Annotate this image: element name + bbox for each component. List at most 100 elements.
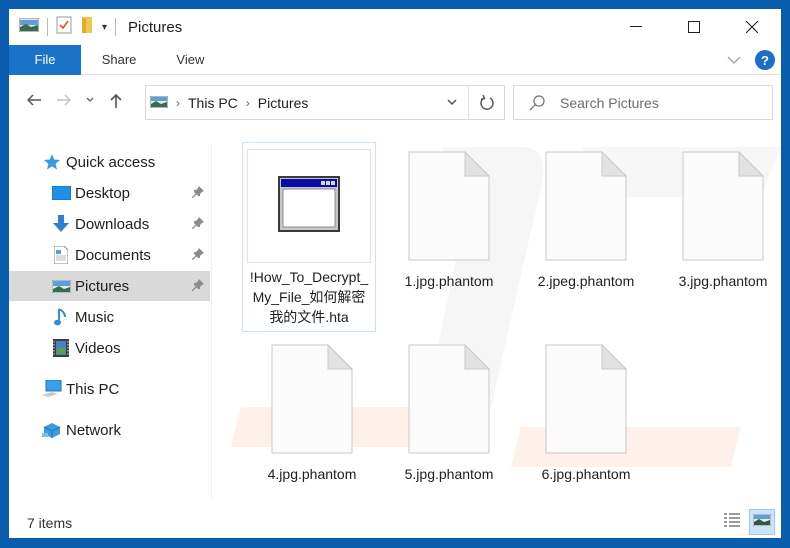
file-item[interactable]: 2.jpeg.phantom <box>518 149 654 295</box>
minimize-button[interactable] <box>607 9 665 45</box>
file-item[interactable]: 5.jpg.phantom <box>381 342 517 488</box>
tab-share[interactable]: Share <box>82 45 157 75</box>
item-count: 7 items <box>27 514 73 531</box>
window-title: Pictures <box>128 18 183 36</box>
file-thumbnail <box>524 149 648 267</box>
sidebar-item-quick-access[interactable]: Quick access <box>9 147 210 177</box>
help-button[interactable]: ? <box>755 50 775 70</box>
blank-document-icon <box>545 150 628 266</box>
documents-icon <box>51 245 71 265</box>
close-button[interactable] <box>723 9 781 45</box>
expand-ribbon-button[interactable] <box>727 51 741 69</box>
customize-toolbar-icon[interactable]: ▾ <box>102 22 107 33</box>
properties-icon[interactable] <box>56 16 72 39</box>
file-list: !How_To_Decrypt_My_File_如何解密我的文件.hta 1.j… <box>221 127 781 507</box>
pin-icon[interactable] <box>191 185 204 201</box>
breadcrumb-separator-icon: › <box>176 95 180 110</box>
blank-document-icon <box>271 343 354 459</box>
file-thumbnail <box>387 149 511 267</box>
file-name: 4.jpg.phantom <box>267 466 357 482</box>
address-bar[interactable]: › This PC › Pictures <box>145 85 505 120</box>
file-thumbnail <box>247 149 371 263</box>
blank-document-icon <box>408 343 491 459</box>
up-button[interactable] <box>101 85 131 115</box>
breadcrumb-separator-icon: › <box>245 95 250 110</box>
breadcrumb-this-pc[interactable]: This PC <box>188 95 238 111</box>
address-history-dropdown[interactable] <box>436 86 468 119</box>
file-item[interactable]: 3.jpg.phantom <box>655 149 790 295</box>
search-box[interactable] <box>513 85 773 120</box>
new-folder-icon[interactable] <box>80 16 94 39</box>
quick-access-toolbar: ▾ Pictures <box>9 9 182 45</box>
toolbar-separator <box>115 18 117 36</box>
music-icon <box>51 307 71 327</box>
tab-view[interactable]: View <box>156 45 224 75</box>
sidebar-item-downloads[interactable]: Downloads <box>9 209 210 239</box>
pin-icon[interactable] <box>191 216 204 232</box>
details-view-icon <box>724 512 740 532</box>
sidebar-label: Pictures <box>75 277 130 295</box>
navigation-bar: › This PC › Pictures <box>9 79 781 121</box>
sidebar-label: Network <box>66 421 122 439</box>
file-item[interactable]: 1.jpg.phantom <box>381 149 517 295</box>
sidebar-item-desktop[interactable]: Desktop <box>9 178 210 208</box>
details-view-button[interactable] <box>719 509 745 535</box>
file-name: 6.jpg.phantom <box>541 466 631 482</box>
file-name: 5.jpg.phantom <box>404 466 494 482</box>
file-thumbnail <box>387 342 511 460</box>
breadcrumb-pictures[interactable]: Pictures <box>258 95 309 111</box>
toolbar-separator <box>47 18 48 36</box>
file-item[interactable]: 4.jpg.phantom <box>244 342 380 488</box>
desktop-icon <box>51 183 71 203</box>
sidebar-label: This PC <box>66 380 120 398</box>
sidebar-label: Music <box>75 308 115 326</box>
pin-icon[interactable] <box>191 278 204 294</box>
recent-locations-button[interactable] <box>79 85 101 115</box>
pictures-location-icon <box>149 95 169 111</box>
file-name: !How_To_Decrypt_My_File_如何解密我的文件.hta <box>249 269 369 325</box>
this-pc-icon <box>42 379 62 399</box>
ribbon-controls: ? <box>727 45 775 75</box>
blank-document-icon <box>545 343 628 459</box>
file-name: 1.jpg.phantom <box>404 273 494 289</box>
blank-document-icon <box>682 150 765 266</box>
hta-application-icon <box>278 175 340 237</box>
blank-document-icon <box>408 150 491 266</box>
sidebar-item-this-pc[interactable]: This PC <box>9 374 210 404</box>
title-bar: ▾ Pictures <box>9 9 781 45</box>
maximize-button[interactable] <box>665 9 723 45</box>
file-item[interactable]: !How_To_Decrypt_My_File_如何解密我的文件.hta <box>242 142 376 332</box>
sidebar-label: Desktop <box>75 184 131 202</box>
search-icon <box>514 94 560 111</box>
file-thumbnail <box>524 342 648 460</box>
file-name: 2.jpeg.phantom <box>537 273 635 289</box>
sidebar-item-documents[interactable]: Documents <box>9 240 210 270</box>
sidebar-item-videos[interactable]: Videos <box>9 333 210 363</box>
file-name: 3.jpg.phantom <box>678 273 768 289</box>
downloads-icon <box>51 214 71 234</box>
file-item[interactable]: 6.jpg.phantom <box>518 342 654 488</box>
sidebar-label: Videos <box>75 339 121 357</box>
back-button[interactable] <box>19 85 49 115</box>
sidebar-item-network[interactable]: Network <box>9 415 210 445</box>
breadcrumb: › This PC › Pictures <box>146 95 436 111</box>
sidebar-label: Downloads <box>75 215 150 233</box>
search-input[interactable] <box>560 94 760 111</box>
large-icons-view-button[interactable] <box>749 509 775 535</box>
file-explorer-window: ▾ Pictures File Home Share View ? <box>9 9 781 538</box>
videos-icon <box>51 338 71 358</box>
ribbon-tabs: File Home Share View ? <box>9 44 781 75</box>
navigation-pane: Quick access Desktop Downloads Documents… <box>9 144 212 499</box>
file-thumbnail <box>250 342 374 460</box>
network-icon <box>42 420 62 440</box>
view-switcher <box>719 509 775 535</box>
sidebar-item-music[interactable]: Music <box>9 302 210 332</box>
window-controls <box>607 9 781 45</box>
sidebar-item-pictures[interactable]: Pictures <box>9 271 210 301</box>
tab-file[interactable]: File <box>9 44 81 75</box>
refresh-button[interactable] <box>468 86 504 119</box>
forward-button[interactable] <box>49 85 79 115</box>
star-icon <box>42 152 62 172</box>
pin-icon[interactable] <box>191 247 204 263</box>
file-thumbnail <box>661 149 785 267</box>
